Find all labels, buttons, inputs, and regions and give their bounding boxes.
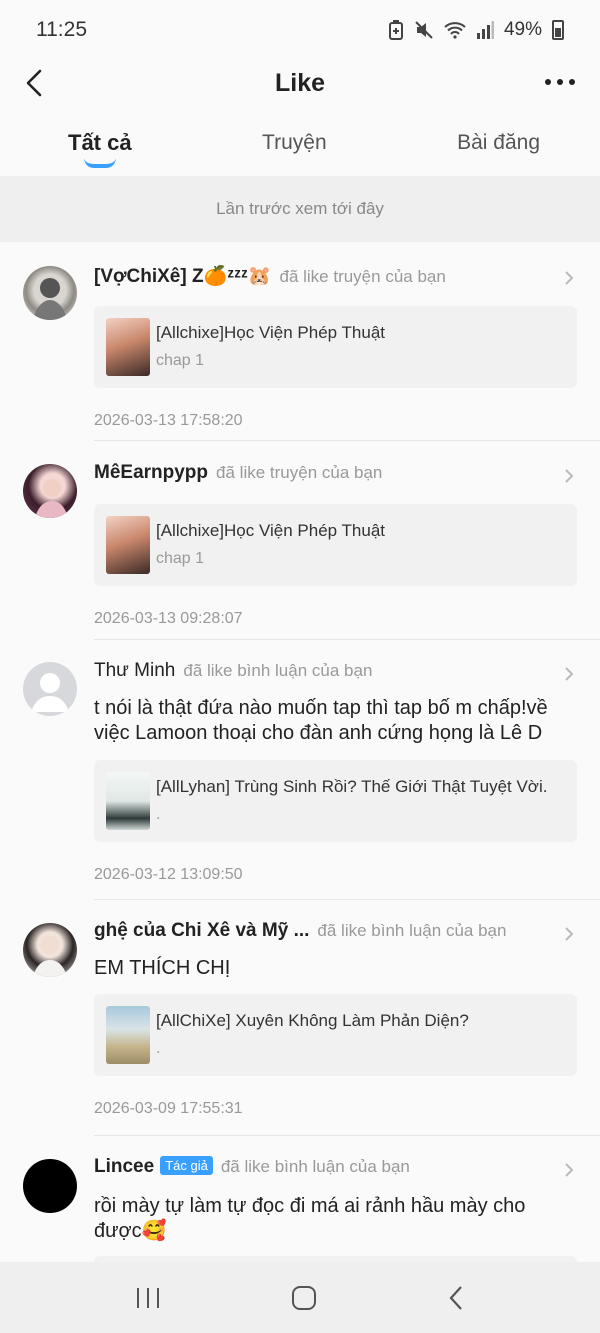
chevron-left-icon[interactable] [20, 66, 52, 100]
recent-apps-icon[interactable] [134, 1286, 162, 1310]
story-text: [Allchixe]Học Viện Phép Thuật chap 1 [156, 520, 385, 570]
comment-text[interactable]: EM THÍCH CHỊ [94, 956, 577, 981]
item-header: Thư Minh đã like bình luận của bạn [94, 660, 577, 690]
story-text: [AllChiXe] Xuyên Không Làm Phản Diện? . [156, 1010, 469, 1060]
item-header: ghệ của Chi Xê và Mỹ ... đã like bình lu… [94, 920, 577, 950]
tab-posts-label: Bài đăng [457, 131, 540, 154]
item-body: MêEarnpypp đã like truyện của bạn [Allch… [94, 462, 577, 630]
item-header: Lincee Tác giả đã like bình luận của bạn [94, 1156, 577, 1186]
tab-posts[interactable]: Bài đăng [457, 118, 540, 168]
list-item[interactable]: ghệ của Chi Xê và Mỹ ... đã like bình lu… [0, 900, 600, 1135]
story-card[interactable]: [AllChiXe] Xuyên Không Làm Phản Diện? . [94, 994, 577, 1076]
story-text: [Allchixe]Học Viện Phép Thuật chap 1 [156, 322, 385, 372]
battery-percent: 49% [503, 19, 542, 40]
story-title: [AllLyhan] Trùng Sinh Rồi? Thế Giới Thật… [156, 777, 548, 796]
comment-text[interactable]: t nói là thật đứa nào muốn tap thì tap b… [94, 696, 577, 746]
story-chapter: chap 1 [156, 352, 205, 369]
comment-line: việc Lamoon thoại cho đàn anh cứng họng … [94, 722, 543, 744]
timestamp: 2026-03-09 17:55:31 [94, 1100, 243, 1117]
page-title: Like [274, 68, 326, 97]
user-name[interactable]: MêEarnpypp [94, 462, 208, 484]
list-item[interactable]: MêEarnpypp đã like truyện của bạn [Allch… [0, 441, 600, 639]
status-bar: 11:25 49% [0, 0, 600, 60]
tab-all-label: Tất cả [68, 130, 132, 155]
avatar[interactable] [23, 1159, 77, 1213]
tab-bar: Tất cả Truyện Bài đăng [0, 118, 600, 174]
system-nav-bar [0, 1262, 600, 1333]
tab-active-indicator [83, 158, 116, 168]
tab-stories-label: Truyện [262, 131, 327, 154]
tab-stories[interactable]: Truyện [262, 118, 327, 168]
list-item[interactable]: Thư Minh đã like bình luận của bạn t nói… [0, 640, 600, 899]
action-text: đã like truyện của bạn [279, 267, 446, 286]
story-card[interactable]: [Allchixe]Học Viện Phép Thuật chap 1 [94, 504, 577, 586]
list-item[interactable]: Lincee Tác giả đã like bình luận của bạn… [0, 1136, 600, 1333]
user-name[interactable]: [VợChiXê] Z🍊ᶻᶻᶻ🐹 [94, 264, 271, 288]
story-card[interactable]: [AllLyhan] Trùng Sinh Rồi? Thế Giới Thật… [94, 760, 577, 842]
back-nav-icon[interactable] [446, 1284, 466, 1312]
author-badge: Tác giả [160, 1156, 213, 1175]
more-horizontal-icon[interactable] [542, 70, 578, 94]
story-thumbnail [106, 318, 150, 376]
story-card[interactable]: [Allchixe]Học Viện Phép Thuật chap 1 [94, 306, 577, 388]
avatar[interactable] [23, 464, 77, 518]
item-header: [VợChiXê] Z🍊ᶻᶻᶻ🐹 đã like truyện của bạn [94, 264, 577, 294]
comment-line: được🥰 [94, 1220, 167, 1242]
user-name[interactable]: Thư Minh [94, 660, 175, 682]
action-text: đã like bình luận của bạn [183, 661, 373, 680]
comment-line: t nói là thật đứa nào muốn tap thì tap b… [94, 697, 548, 719]
chevron-right-icon[interactable] [563, 270, 575, 286]
battery-icon [552, 20, 564, 40]
list-item[interactable]: [VợChiXê] Z🍊ᶻᶻᶻ🐹 đã like truyện của bạn … [0, 242, 600, 440]
mute-icon [414, 20, 434, 40]
item-body: Thư Minh đã like bình luận của bạn t nói… [94, 660, 577, 886]
story-title: [Allchixe]Học Viện Phép Thuật [156, 323, 386, 342]
comment-text[interactable]: rồi mày tự làm tự đọc đi má ai rảnh hầu … [94, 1194, 577, 1244]
story-subtitle: . [156, 1040, 161, 1057]
item-header: MêEarnpypp đã like truyện của bạn [94, 462, 577, 492]
timestamp: 2026-03-13 17:58:20 [94, 412, 243, 429]
timestamp: 2026-03-12 13:09:50 [94, 866, 243, 883]
status-time: 11:25 [36, 18, 87, 41]
story-thumbnail [106, 516, 150, 574]
signal-icon [476, 21, 494, 39]
chevron-right-icon[interactable] [563, 1162, 575, 1178]
chevron-right-icon[interactable] [563, 468, 575, 484]
battery-saver-icon [388, 20, 404, 40]
story-chapter: chap 1 [156, 550, 205, 567]
notification-list: [VợChiXê] Z🍊ᶻᶻᶻ🐹 đã like truyện của bạn … [0, 242, 600, 1333]
avatar[interactable] [23, 266, 77, 320]
story-title: [Allchixe]Học Viện Phép Thuật [156, 521, 386, 540]
timestamp: 2026-03-13 09:28:07 [94, 610, 243, 627]
default-avatar-icon[interactable] [23, 662, 77, 716]
story-thumbnail [106, 1006, 150, 1064]
story-subtitle: . [156, 806, 161, 823]
action-text: đã like bình luận của bạn [317, 921, 507, 940]
story-title: [AllChiXe] Xuyên Không Làm Phản Diện? [156, 1011, 469, 1030]
last-viewed-marker: Lần trước xem tới đây [0, 176, 600, 242]
story-text: [AllLyhan] Trùng Sinh Rồi? Thế Giới Thật… [156, 776, 547, 826]
wifi-icon [444, 21, 466, 39]
chevron-right-icon[interactable] [563, 666, 575, 682]
item-body: ghệ của Chi Xê và Mỹ ... đã like bình lu… [94, 920, 577, 1120]
home-icon[interactable] [291, 1285, 317, 1311]
chevron-right-icon[interactable] [563, 926, 575, 942]
story-thumbnail [106, 772, 150, 830]
user-name[interactable]: ghệ của Chi Xê và Mỹ ... [94, 920, 309, 942]
action-text: đã like truyện của bạn [216, 463, 383, 482]
tab-all[interactable]: Tất cả [68, 118, 132, 168]
avatar[interactable] [23, 923, 77, 977]
comment-line: rồi mày tự làm tự đọc đi má ai rảnh hầu … [94, 1195, 526, 1217]
status-icons: 49% [388, 19, 564, 41]
item-body: [VợChiXê] Z🍊ᶻᶻᶻ🐹 đã like truyện của bạn … [94, 264, 577, 432]
action-text: đã like bình luận của bạn [220, 1157, 410, 1176]
user-name[interactable]: Lincee [94, 1156, 154, 1178]
app-header: Like [0, 60, 600, 106]
